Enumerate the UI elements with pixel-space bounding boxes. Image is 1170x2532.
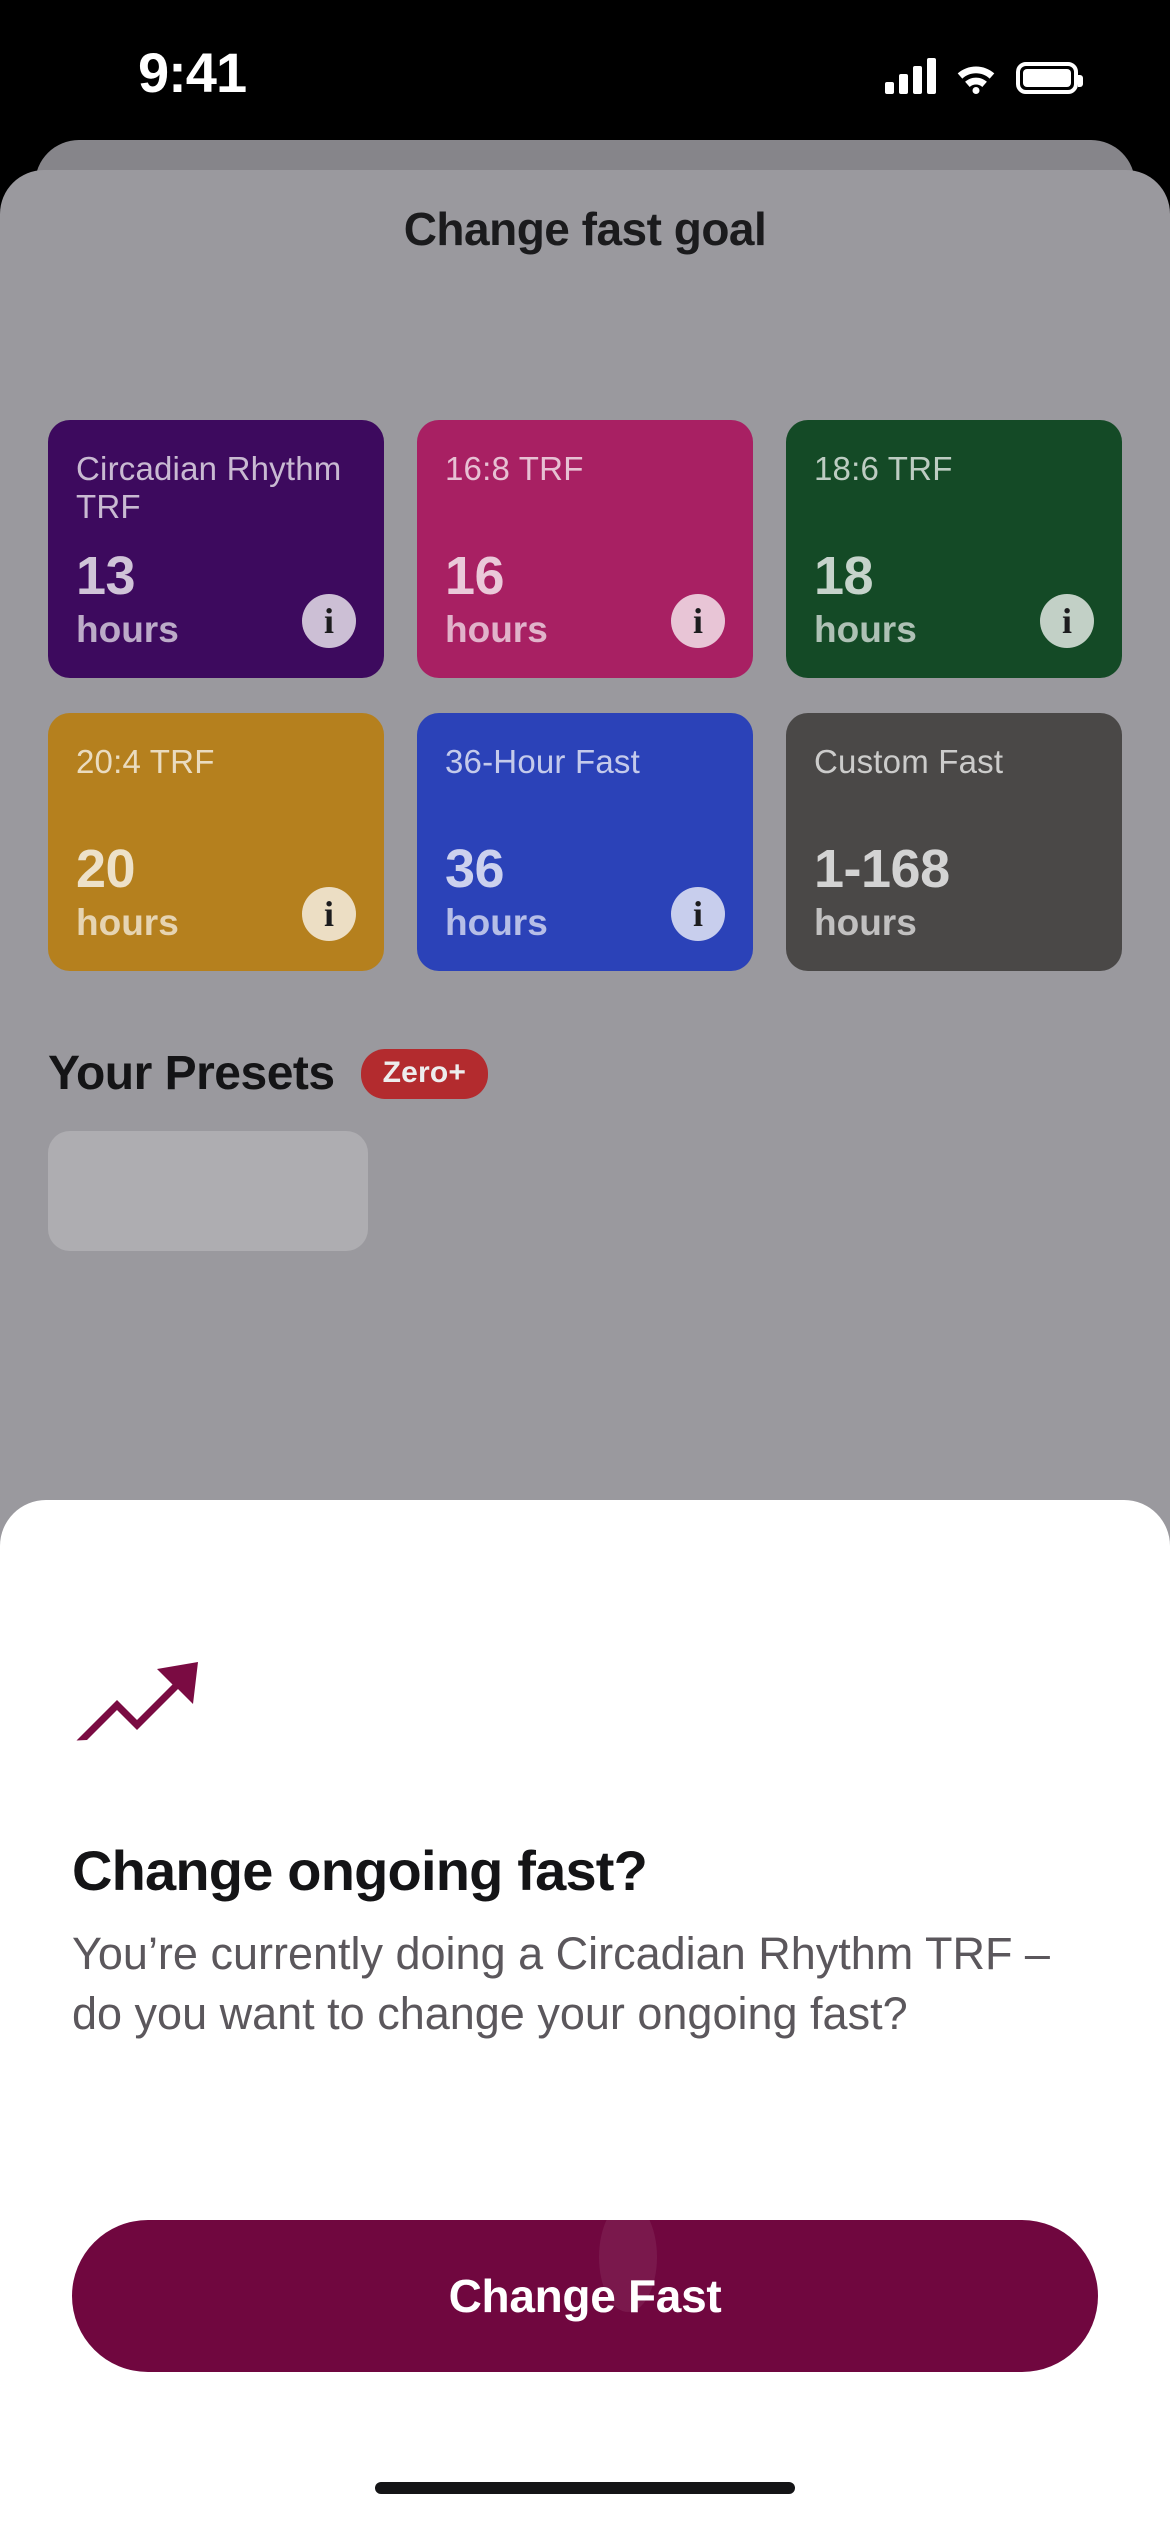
info-icon[interactable]: i — [671, 887, 725, 941]
your-preset-card[interactable] — [48, 1131, 368, 1251]
cellular-signal-icon — [885, 58, 936, 94]
preset-card-hours-unit: hours — [76, 609, 179, 651]
your-presets-title: Your Presets — [48, 1047, 335, 1100]
preset-card-36-hour-fast[interactable]: 36-Hour Fast 36 hours i — [417, 713, 753, 971]
preset-card-hours-value: 18 — [814, 546, 874, 607]
preset-card-20-4-trf[interactable]: 20:4 TRF 20 hours i — [48, 713, 384, 971]
phone-screen: 9:41 Change fast goal Circadian Rhythm T… — [0, 0, 1170, 2532]
preset-card-hours-unit: hours — [814, 902, 917, 944]
status-badge: Zero+ — [360, 1048, 489, 1099]
preset-card-hours-unit: hours — [814, 609, 917, 651]
preset-card-label: 36-Hour Fast — [445, 743, 640, 780]
info-icon[interactable]: i — [302, 887, 356, 941]
preset-card-hours-unit: hours — [445, 902, 548, 944]
preset-card-label: 16:8 TRF — [445, 450, 584, 487]
wifi-icon — [954, 60, 998, 94]
info-icon[interactable]: i — [671, 594, 725, 648]
battery-icon — [1016, 62, 1083, 94]
home-indicator — [375, 2482, 795, 2494]
change-fast-button-label: Change Fast — [448, 2270, 722, 2322]
status-bar-time: 9:41 — [138, 41, 247, 104]
change-ongoing-fast-dialog: Change ongoing fast? You’re currently do… — [0, 1500, 1170, 2532]
status-bar-icons — [885, 46, 1083, 94]
trending-up-icon — [74, 1660, 202, 1752]
preset-card-18-6-trf[interactable]: 18:6 TRF 18 hours i — [786, 420, 1122, 678]
preset-card-hours-value: 1-168 — [814, 839, 950, 900]
info-icon[interactable]: i — [1040, 594, 1094, 648]
preset-card-hours-value: 16 — [445, 546, 505, 607]
preset-card-hours-unit: hours — [76, 902, 179, 944]
your-presets-header: Your Presets Zero+ — [48, 1046, 1122, 1101]
preset-card-16-8-trf[interactable]: 16:8 TRF 16 hours i — [417, 420, 753, 678]
change-fast-button[interactable]: Change Fast — [72, 2220, 1098, 2372]
page-title: Change fast goal — [403, 203, 767, 255]
preset-card-label: 20:4 TRF — [76, 743, 215, 780]
sheet-header: Change fast goal — [0, 170, 1170, 300]
dialog-body-text: You’re currently doing a Circadian Rhyth… — [72, 1928, 1050, 2039]
preset-card-label: 18:6 TRF — [814, 450, 953, 487]
close-icon[interactable] — [1048, 204, 1114, 270]
fast-goal-preset-grid: Circadian Rhythm TRF 13 hours i 16:8 TRF… — [48, 420, 1122, 971]
preset-card-circadian-rhythm-trf[interactable]: Circadian Rhythm TRF 13 hours i — [48, 420, 384, 678]
preset-card-hours-value: 36 — [445, 839, 505, 900]
preset-card-label: Circadian Rhythm TRF — [76, 450, 342, 525]
dialog-title: Change ongoing fast? — [72, 1839, 648, 1902]
preset-card-label: Custom Fast — [814, 743, 1004, 780]
info-icon[interactable]: i — [302, 594, 356, 648]
status-bar: 9:41 — [0, 0, 1170, 140]
close-icon[interactable] — [1044, 1624, 1110, 1690]
preset-card-hours-value: 20 — [76, 839, 136, 900]
preset-card-hours-unit: hours — [445, 609, 548, 651]
preset-card-custom-fast[interactable]: Custom Fast 1-168 hours — [786, 713, 1122, 971]
preset-card-hours-value: 13 — [76, 546, 136, 607]
